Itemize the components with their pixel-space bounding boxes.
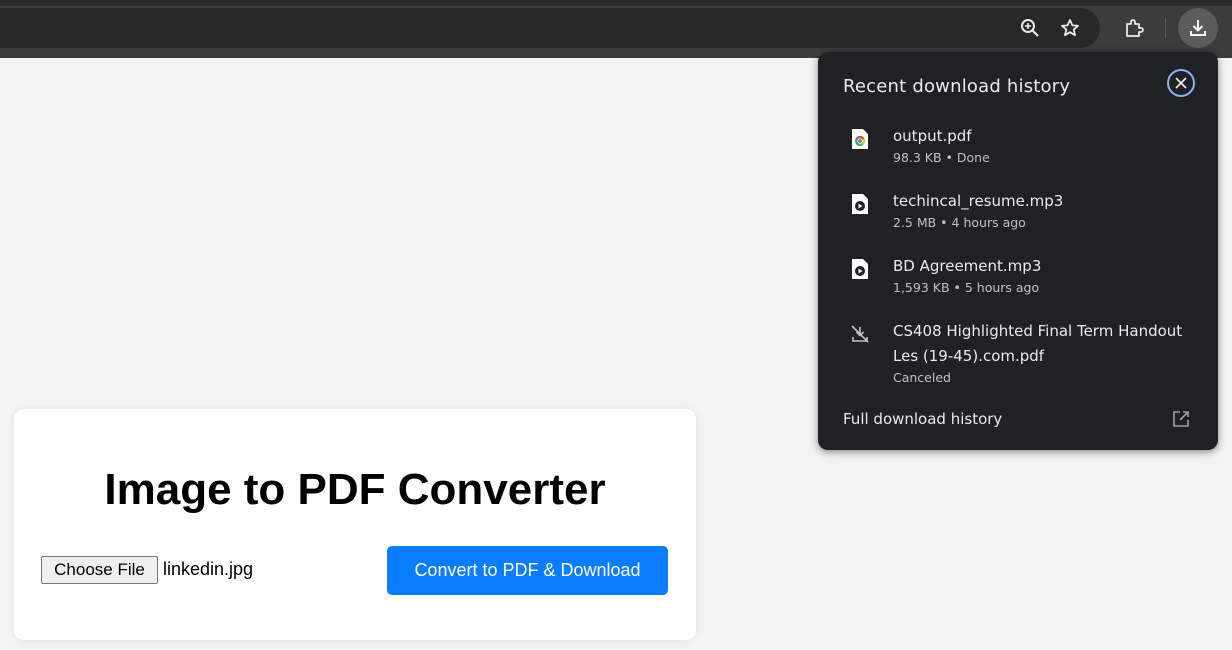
download-canceled-icon <box>850 323 870 345</box>
converter-card: Image to PDF Converter Choose File linke… <box>14 409 696 640</box>
extensions-puzzle-icon[interactable] <box>1118 12 1150 44</box>
download-item-meta: Canceled <box>893 370 951 385</box>
chrome-file-icon <box>850 128 870 150</box>
download-item-name: BD Agreement.mp3 <box>893 257 1042 275</box>
selected-file-name: linkedin.jpg <box>163 559 254 579</box>
zoom-icon[interactable] <box>1014 12 1046 44</box>
download-item-name: techincal_resume.mp3 <box>893 192 1064 210</box>
convert-download-button[interactable]: Convert to PDF & Download <box>387 546 668 595</box>
address-bar[interactable] <box>0 8 1100 48</box>
download-item-meta: 2.5 MB • 4 hours ago <box>893 215 1026 230</box>
download-icon[interactable] <box>1178 8 1218 48</box>
full-download-history-link[interactable]: Full download history <box>843 410 1002 428</box>
choose-file-button[interactable]: Choose File <box>41 556 158 584</box>
media-file-icon <box>850 258 870 280</box>
page-title: Image to PDF Converter <box>104 465 606 514</box>
toolbar-separator <box>1165 18 1166 38</box>
bubble-title: Recent download history <box>843 76 1071 97</box>
browser-toolbar <box>0 0 1232 58</box>
download-item-name: CS408 Highlighted Final Term Handout Les… <box>893 322 1192 365</box>
close-icon[interactable] <box>1167 69 1195 97</box>
download-item-name: output.pdf <box>893 127 972 145</box>
download-item-meta: 1,593 KB • 5 hours ago <box>893 280 1040 295</box>
tab-strip <box>0 0 1232 6</box>
open-in-new-icon[interactable] <box>1170 408 1192 430</box>
media-file-icon <box>850 193 870 215</box>
download-item-meta: 98.3 KB • Done <box>893 150 990 165</box>
bookmark-star-icon[interactable] <box>1054 12 1086 44</box>
download-history-bubble: Recent download history output.pdf 98.3 … <box>818 52 1218 450</box>
